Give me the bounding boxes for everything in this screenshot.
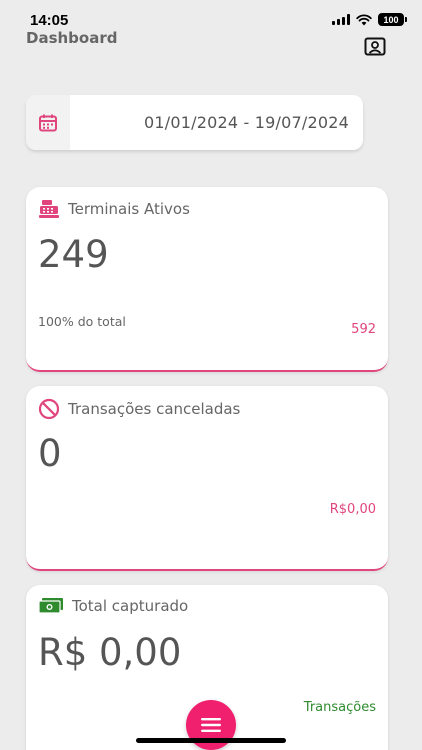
- profile-button[interactable]: [364, 37, 386, 56]
- wifi-icon: [356, 13, 372, 25]
- date-range-picker[interactable]: 01/01/2024 - 19/07/2024: [26, 95, 363, 150]
- card-amount: R$0,00: [329, 502, 376, 517]
- banknote-icon: [38, 598, 63, 614]
- date-range-value[interactable]: 01/01/2024 - 19/07/2024: [144, 113, 349, 132]
- status-bar: 14:05 100: [0, 0, 422, 30]
- status-icons: 100: [332, 13, 407, 26]
- menu-icon: [201, 718, 221, 732]
- card-header: Terminais Ativos: [38, 199, 190, 219]
- card-title: Transações canceladas: [68, 400, 241, 418]
- user-profile-icon: [364, 37, 386, 56]
- active-terminals-card[interactable]: Terminais Ativos 249 100% do total 592: [26, 187, 388, 372]
- transactions-link[interactable]: Transações: [304, 700, 376, 715]
- home-indicator[interactable]: [136, 738, 286, 743]
- card-value: R$ 0,00: [38, 631, 182, 674]
- card-header: Total capturado: [38, 597, 188, 615]
- prohibited-icon: [38, 398, 60, 420]
- card-title: Total capturado: [72, 597, 189, 615]
- card-value: 249: [38, 233, 109, 276]
- calendar-icon: [39, 114, 57, 131]
- calendar-button[interactable]: [26, 95, 70, 150]
- battery-level: 100: [383, 14, 399, 25]
- cancelled-transactions-card[interactable]: Transações canceladas 0 R$0,00: [26, 386, 388, 571]
- card-title: Terminais Ativos: [68, 200, 190, 218]
- status-time: 14:05: [30, 12, 69, 29]
- card-value: 0: [38, 432, 62, 475]
- card-subtitle: 100% do total: [38, 314, 126, 329]
- battery-icon: 100: [378, 13, 407, 26]
- card-header: Transações canceladas: [38, 398, 240, 420]
- cellular-signal-icon: [332, 14, 350, 25]
- page-title: Dashboard: [26, 29, 118, 47]
- cash-register-icon: [39, 200, 59, 218]
- card-total: 592: [351, 322, 376, 337]
